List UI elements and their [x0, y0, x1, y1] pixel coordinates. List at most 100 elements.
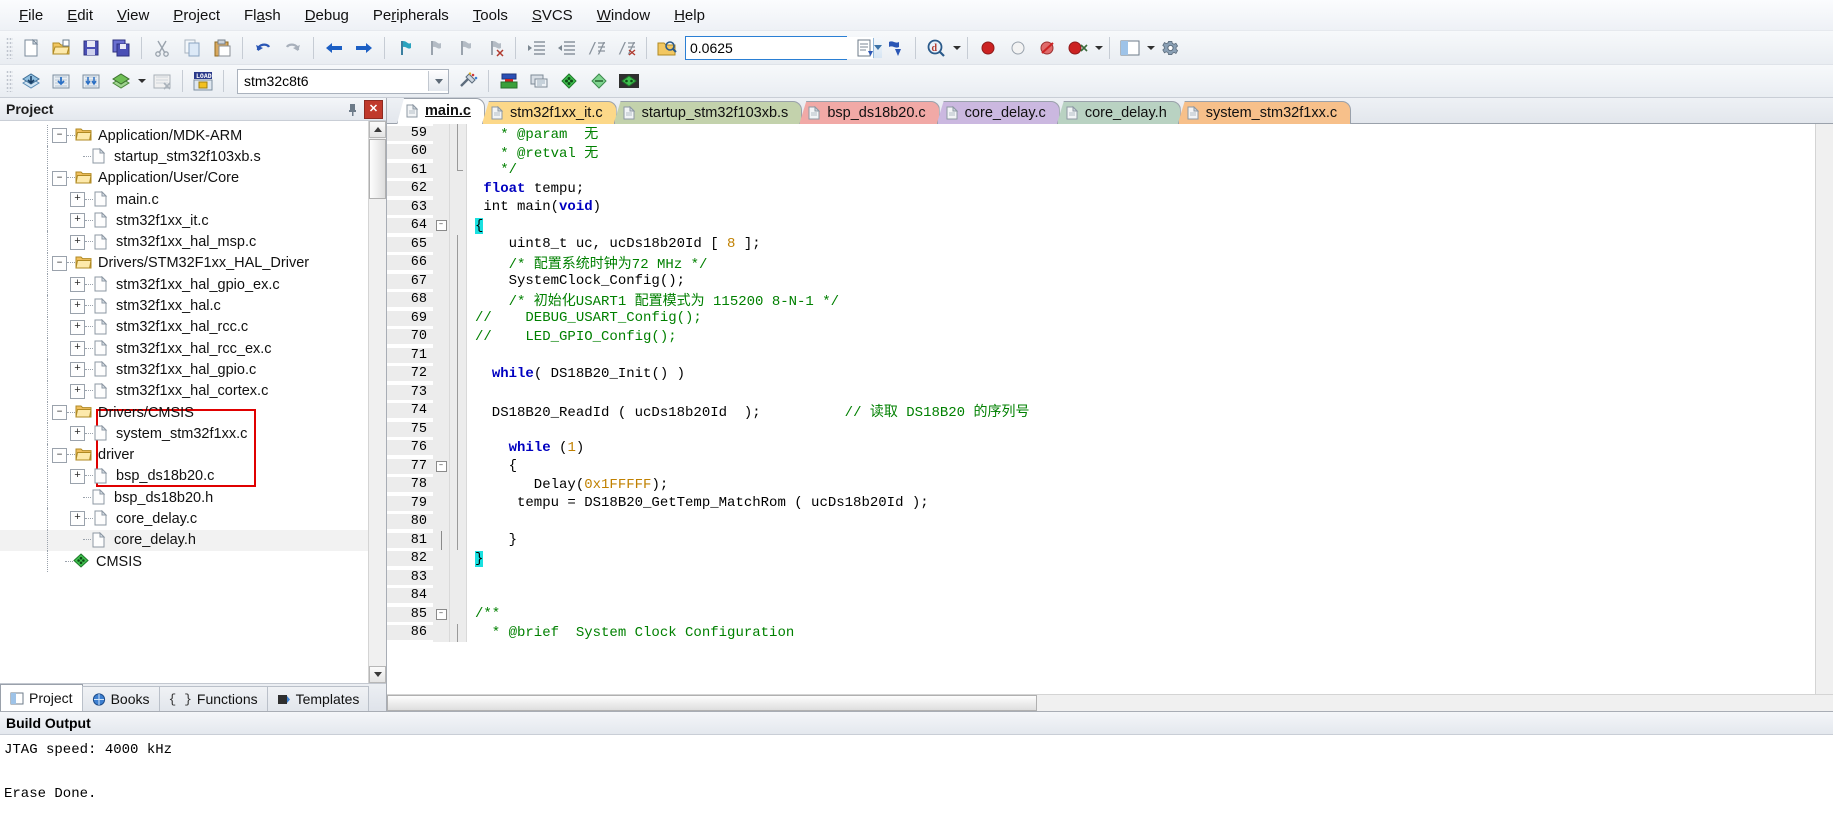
editor-tab-stm32f1xx-it-c[interactable]: stm32f1xx_it.c [481, 101, 617, 124]
editor-tab-bsp-ds18b20-c[interactable]: bsp_ds18b20.c [799, 101, 940, 124]
code-line[interactable]: 86 * @brief System Clock Configuration [387, 623, 1815, 642]
tree-item[interactable]: + stm32f1xx_hal_rcc_ex.c [0, 337, 368, 360]
tree-item[interactable]: – Application/MDK-ARM [0, 125, 368, 147]
editor-tab-core-delay-h[interactable]: core_delay.h [1056, 101, 1181, 124]
indent-icon[interactable] [522, 35, 550, 61]
books-icon[interactable] [555, 68, 583, 94]
tree-toggle-minus[interactable]: – [52, 447, 67, 463]
menu-item-edit[interactable]: Edit [56, 3, 104, 28]
tree-item[interactable]: startup_stm32f103xb.s [0, 146, 368, 168]
tree-toggle-plus[interactable]: + [70, 362, 85, 378]
debug-magnifier-icon[interactable]: d [922, 35, 950, 61]
project-tree[interactable]: – Application/MDK-ARM startup_stm32f103xb.… [0, 121, 368, 683]
breakpoint-disable-icon[interactable] [1004, 35, 1032, 61]
toolbar-grip[interactable] [6, 70, 13, 92]
project-tree-scrollbar[interactable] [368, 121, 386, 683]
editor-tab-main-c[interactable]: main.c [397, 98, 485, 124]
code-line[interactable]: 72 while( DS18B20_Init() ) [387, 364, 1815, 383]
batch-build-icon[interactable] [107, 68, 135, 94]
scroll-thumb[interactable] [369, 139, 386, 199]
code-editor[interactable]: 59 * @param 无 60 * @retval 无 61 */62 float… [387, 124, 1815, 694]
code-lines[interactable]: 59 * @param 无 60 * @retval 无 61 */62 float… [387, 124, 1815, 694]
tree-item[interactable]: + stm32f1xx_hal_gpio_ex.c [0, 274, 368, 296]
code-line[interactable]: 71 [387, 346, 1815, 365]
code-line[interactable]: 65 uint8_t uc, ucDs18b20Id [ 8 ]; [387, 235, 1815, 254]
tree-item[interactable]: – Drivers/STM32F1xx_HAL_Driver [0, 252, 368, 275]
undo-icon[interactable] [249, 35, 277, 61]
scroll-thumb[interactable] [387, 695, 1037, 711]
tree-toggle-plus[interactable]: + [70, 341, 85, 357]
cut-icon[interactable] [148, 35, 176, 61]
menu-item-help[interactable]: Help [663, 3, 716, 28]
code-line[interactable]: 63 int main(void) [387, 198, 1815, 217]
bookmark-prev-icon[interactable] [421, 35, 449, 61]
code-line[interactable]: 85– /** [387, 605, 1815, 624]
target-options-icon[interactable] [454, 68, 482, 94]
tree-item[interactable]: + stm32f1xx_hal.c [0, 295, 368, 317]
open-file-icon[interactable] [47, 35, 75, 61]
scroll-up-icon[interactable] [369, 121, 386, 138]
code-line[interactable]: 66 /* 配置系统时钟为72 MHz */ [387, 253, 1815, 273]
paste-icon[interactable] [208, 35, 236, 61]
menu-item-file[interactable]: File [8, 3, 54, 28]
code-line[interactable]: 81 } [387, 530, 1815, 550]
navigate-back-icon[interactable] [320, 35, 348, 61]
multi-project-icon[interactable] [525, 68, 553, 94]
code-line[interactable]: 84 [387, 586, 1815, 605]
project-tab-books[interactable]: Books [81, 686, 160, 711]
bookmark-toggle-icon[interactable] [391, 35, 419, 61]
build-icon[interactable] [47, 68, 75, 94]
code-line[interactable]: 83 [387, 568, 1815, 587]
outdent-icon[interactable] [552, 35, 580, 61]
tree-toggle-plus[interactable]: + [70, 298, 85, 314]
code-line[interactable]: 78 Delay(0x1FFFFF); [387, 475, 1815, 494]
comment-icon[interactable]: // [582, 35, 610, 61]
tree-toggle-plus[interactable]: + [70, 192, 85, 208]
tree-toggle-minus[interactable]: – [52, 170, 67, 186]
find-input[interactable] [686, 36, 873, 59]
tree-item[interactable]: + stm32f1xx_it.c [0, 210, 368, 232]
code-line[interactable]: 59 * @param 无 [387, 124, 1815, 143]
fold-collapse-icon[interactable]: – [433, 216, 450, 235]
code-line[interactable]: 64– { [387, 216, 1815, 235]
editor-tab-core-delay-c[interactable]: core_delay.c [936, 101, 1060, 124]
tree-item[interactable]: core_delay.h [0, 529, 368, 551]
tree-item[interactable]: + stm32f1xx_hal_cortex.c [0, 380, 368, 402]
chevron-down-icon[interactable] [136, 69, 147, 93]
code-line[interactable]: 60 * @retval 无 [387, 142, 1815, 162]
fold-collapse-icon[interactable]: – [433, 457, 450, 476]
fold-end-marker[interactable] [433, 530, 450, 550]
save-icon[interactable] [77, 35, 105, 61]
menu-item-tools[interactable]: Tools [462, 3, 519, 28]
tree-item[interactable]: – Application/User/Core [0, 167, 368, 189]
bookmark-clear-icon[interactable] [481, 35, 509, 61]
code-line[interactable]: 79 tempu = DS18B20_GetTemp_MatchRom ( uc… [387, 494, 1815, 513]
code-line[interactable]: 76 while (1) [387, 438, 1815, 457]
save-all-icon[interactable] [107, 35, 135, 61]
breakpoint-insert-icon[interactable] [974, 35, 1002, 61]
code-line[interactable]: 61 */ [387, 161, 1815, 180]
target-select[interactable]: stm32c8t6 [237, 68, 449, 94]
insert-file-icon[interactable] [851, 35, 879, 61]
tree-toggle-plus[interactable]: + [70, 468, 85, 484]
scroll-down-icon[interactable] [369, 666, 386, 683]
tree-item[interactable]: + core_delay.c [0, 508, 368, 530]
menu-item-debug[interactable]: Debug [294, 3, 360, 28]
menu-item-peripherals[interactable]: Peripherals [362, 3, 460, 28]
tree-item[interactable]: bsp_ds18b20.h [0, 487, 368, 509]
tree-toggle-minus[interactable]: – [52, 405, 67, 420]
tree-toggle-plus[interactable]: + [70, 511, 85, 527]
window-layout-icon[interactable] [1116, 35, 1144, 61]
tree-item[interactable]: + stm32f1xx_hal_msp.c [0, 231, 368, 253]
code-line[interactable]: 77– { [387, 457, 1815, 476]
project-tab-functions[interactable]: { } Functions [158, 686, 268, 711]
tree-toggle-plus[interactable]: + [70, 277, 85, 293]
breakpoint-disable-all-icon[interactable] [1064, 35, 1092, 61]
editor-tab-system-stm32f1xx-c[interactable]: system_stm32f1xx.c [1177, 101, 1352, 124]
new-file-icon[interactable] [17, 35, 45, 61]
tree-item[interactable]: CMSIS [0, 550, 368, 573]
toolbar-grip[interactable] [6, 36, 13, 59]
copy-icon[interactable] [178, 35, 206, 61]
tree-item[interactable]: – driver [0, 444, 368, 466]
chevron-down-icon[interactable] [1145, 36, 1156, 60]
